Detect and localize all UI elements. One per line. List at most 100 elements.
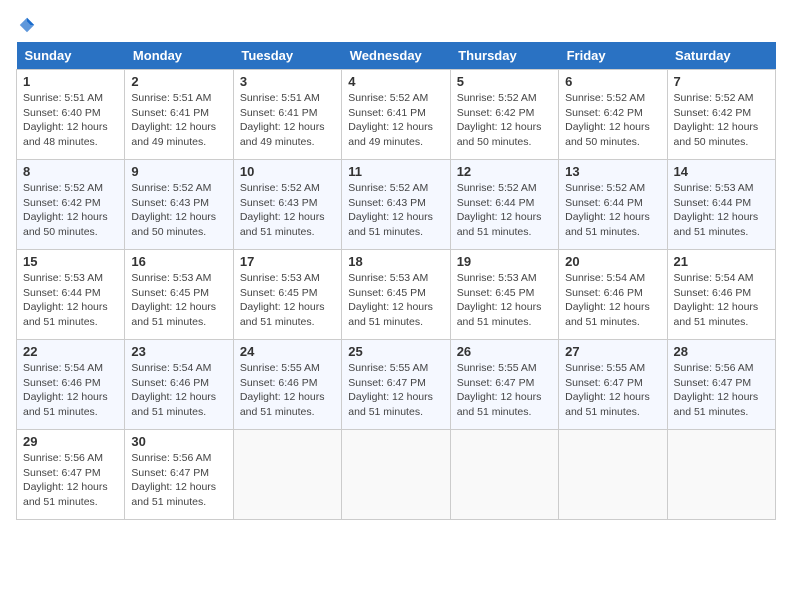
day-detail: Sunrise: 5:52 AMSunset: 6:43 PMDaylight:… (240, 181, 335, 240)
calendar-table: SundayMondayTuesdayWednesdayThursdayFrid… (16, 42, 776, 520)
day-number: 15 (23, 254, 118, 269)
day-number: 8 (23, 164, 118, 179)
day-number: 30 (131, 434, 226, 449)
day-cell: 16 Sunrise: 5:53 AMSunset: 6:45 PMDaylig… (125, 250, 233, 340)
day-detail: Sunrise: 5:52 AMSunset: 6:42 PMDaylight:… (457, 91, 552, 150)
day-detail: Sunrise: 5:56 AMSunset: 6:47 PMDaylight:… (674, 361, 769, 420)
day-detail: Sunrise: 5:52 AMSunset: 6:42 PMDaylight:… (565, 91, 660, 150)
header-friday: Friday (559, 42, 667, 70)
day-number: 16 (131, 254, 226, 269)
day-detail: Sunrise: 5:55 AMSunset: 6:46 PMDaylight:… (240, 361, 335, 420)
day-number: 10 (240, 164, 335, 179)
day-cell: 20 Sunrise: 5:54 AMSunset: 6:46 PMDaylig… (559, 250, 667, 340)
day-cell: 4 Sunrise: 5:52 AMSunset: 6:41 PMDayligh… (342, 70, 450, 160)
header-sunday: Sunday (17, 42, 125, 70)
day-cell: 23 Sunrise: 5:54 AMSunset: 6:46 PMDaylig… (125, 340, 233, 430)
day-detail: Sunrise: 5:52 AMSunset: 6:44 PMDaylight:… (457, 181, 552, 240)
day-number: 7 (674, 74, 769, 89)
day-cell: 30 Sunrise: 5:56 AMSunset: 6:47 PMDaylig… (125, 430, 233, 520)
day-number: 2 (131, 74, 226, 89)
day-cell: 8 Sunrise: 5:52 AMSunset: 6:42 PMDayligh… (17, 160, 125, 250)
day-cell: 2 Sunrise: 5:51 AMSunset: 6:41 PMDayligh… (125, 70, 233, 160)
day-detail: Sunrise: 5:55 AMSunset: 6:47 PMDaylight:… (565, 361, 660, 420)
day-number: 18 (348, 254, 443, 269)
day-number: 21 (674, 254, 769, 269)
day-cell: 11 Sunrise: 5:52 AMSunset: 6:43 PMDaylig… (342, 160, 450, 250)
day-detail: Sunrise: 5:56 AMSunset: 6:47 PMDaylight:… (131, 451, 226, 510)
day-cell: 7 Sunrise: 5:52 AMSunset: 6:42 PMDayligh… (667, 70, 775, 160)
week-row-3: 22 Sunrise: 5:54 AMSunset: 6:46 PMDaylig… (17, 340, 776, 430)
header-thursday: Thursday (450, 42, 558, 70)
day-cell: 21 Sunrise: 5:54 AMSunset: 6:46 PMDaylig… (667, 250, 775, 340)
day-detail: Sunrise: 5:53 AMSunset: 6:45 PMDaylight:… (457, 271, 552, 330)
day-detail: Sunrise: 5:53 AMSunset: 6:45 PMDaylight:… (131, 271, 226, 330)
header-wednesday: Wednesday (342, 42, 450, 70)
day-cell: 18 Sunrise: 5:53 AMSunset: 6:45 PMDaylig… (342, 250, 450, 340)
day-number: 12 (457, 164, 552, 179)
day-detail: Sunrise: 5:52 AMSunset: 6:42 PMDaylight:… (23, 181, 118, 240)
day-detail: Sunrise: 5:51 AMSunset: 6:41 PMDaylight:… (131, 91, 226, 150)
day-detail: Sunrise: 5:53 AMSunset: 6:45 PMDaylight:… (240, 271, 335, 330)
day-cell: 12 Sunrise: 5:52 AMSunset: 6:44 PMDaylig… (450, 160, 558, 250)
day-cell: 19 Sunrise: 5:53 AMSunset: 6:45 PMDaylig… (450, 250, 558, 340)
logo-icon (18, 16, 36, 34)
week-row-4: 29 Sunrise: 5:56 AMSunset: 6:47 PMDaylig… (17, 430, 776, 520)
day-number: 20 (565, 254, 660, 269)
day-number: 19 (457, 254, 552, 269)
day-detail: Sunrise: 5:51 AMSunset: 6:40 PMDaylight:… (23, 91, 118, 150)
day-cell: 14 Sunrise: 5:53 AMSunset: 6:44 PMDaylig… (667, 160, 775, 250)
day-number: 27 (565, 344, 660, 359)
day-cell: 13 Sunrise: 5:52 AMSunset: 6:44 PMDaylig… (559, 160, 667, 250)
day-detail: Sunrise: 5:56 AMSunset: 6:47 PMDaylight:… (23, 451, 118, 510)
day-detail: Sunrise: 5:52 AMSunset: 6:42 PMDaylight:… (674, 91, 769, 150)
day-cell (450, 430, 558, 520)
day-detail: Sunrise: 5:54 AMSunset: 6:46 PMDaylight:… (565, 271, 660, 330)
day-cell: 25 Sunrise: 5:55 AMSunset: 6:47 PMDaylig… (342, 340, 450, 430)
day-detail: Sunrise: 5:52 AMSunset: 6:41 PMDaylight:… (348, 91, 443, 150)
day-number: 3 (240, 74, 335, 89)
day-cell: 1 Sunrise: 5:51 AMSunset: 6:40 PMDayligh… (17, 70, 125, 160)
header-saturday: Saturday (667, 42, 775, 70)
week-row-1: 8 Sunrise: 5:52 AMSunset: 6:42 PMDayligh… (17, 160, 776, 250)
day-number: 14 (674, 164, 769, 179)
day-number: 28 (674, 344, 769, 359)
day-detail: Sunrise: 5:52 AMSunset: 6:43 PMDaylight:… (131, 181, 226, 240)
day-detail: Sunrise: 5:53 AMSunset: 6:44 PMDaylight:… (674, 181, 769, 240)
day-number: 9 (131, 164, 226, 179)
day-number: 26 (457, 344, 552, 359)
day-cell (233, 430, 341, 520)
day-cell: 27 Sunrise: 5:55 AMSunset: 6:47 PMDaylig… (559, 340, 667, 430)
day-detail: Sunrise: 5:51 AMSunset: 6:41 PMDaylight:… (240, 91, 335, 150)
day-cell: 3 Sunrise: 5:51 AMSunset: 6:41 PMDayligh… (233, 70, 341, 160)
page-header (16, 16, 776, 34)
day-cell: 22 Sunrise: 5:54 AMSunset: 6:46 PMDaylig… (17, 340, 125, 430)
day-cell: 29 Sunrise: 5:56 AMSunset: 6:47 PMDaylig… (17, 430, 125, 520)
day-number: 11 (348, 164, 443, 179)
day-cell (342, 430, 450, 520)
week-row-0: 1 Sunrise: 5:51 AMSunset: 6:40 PMDayligh… (17, 70, 776, 160)
day-detail: Sunrise: 5:53 AMSunset: 6:45 PMDaylight:… (348, 271, 443, 330)
day-detail: Sunrise: 5:54 AMSunset: 6:46 PMDaylight:… (674, 271, 769, 330)
day-number: 24 (240, 344, 335, 359)
logo (16, 16, 36, 34)
day-cell: 5 Sunrise: 5:52 AMSunset: 6:42 PMDayligh… (450, 70, 558, 160)
day-number: 4 (348, 74, 443, 89)
day-number: 6 (565, 74, 660, 89)
day-detail: Sunrise: 5:55 AMSunset: 6:47 PMDaylight:… (348, 361, 443, 420)
day-cell: 15 Sunrise: 5:53 AMSunset: 6:44 PMDaylig… (17, 250, 125, 340)
day-detail: Sunrise: 5:52 AMSunset: 6:44 PMDaylight:… (565, 181, 660, 240)
day-cell (667, 430, 775, 520)
day-detail: Sunrise: 5:52 AMSunset: 6:43 PMDaylight:… (348, 181, 443, 240)
header-row: SundayMondayTuesdayWednesdayThursdayFrid… (17, 42, 776, 70)
day-number: 22 (23, 344, 118, 359)
day-cell: 6 Sunrise: 5:52 AMSunset: 6:42 PMDayligh… (559, 70, 667, 160)
day-cell (559, 430, 667, 520)
header-monday: Monday (125, 42, 233, 70)
day-cell: 10 Sunrise: 5:52 AMSunset: 6:43 PMDaylig… (233, 160, 341, 250)
day-cell: 9 Sunrise: 5:52 AMSunset: 6:43 PMDayligh… (125, 160, 233, 250)
day-number: 25 (348, 344, 443, 359)
day-number: 17 (240, 254, 335, 269)
day-detail: Sunrise: 5:53 AMSunset: 6:44 PMDaylight:… (23, 271, 118, 330)
day-cell: 28 Sunrise: 5:56 AMSunset: 6:47 PMDaylig… (667, 340, 775, 430)
day-cell: 17 Sunrise: 5:53 AMSunset: 6:45 PMDaylig… (233, 250, 341, 340)
